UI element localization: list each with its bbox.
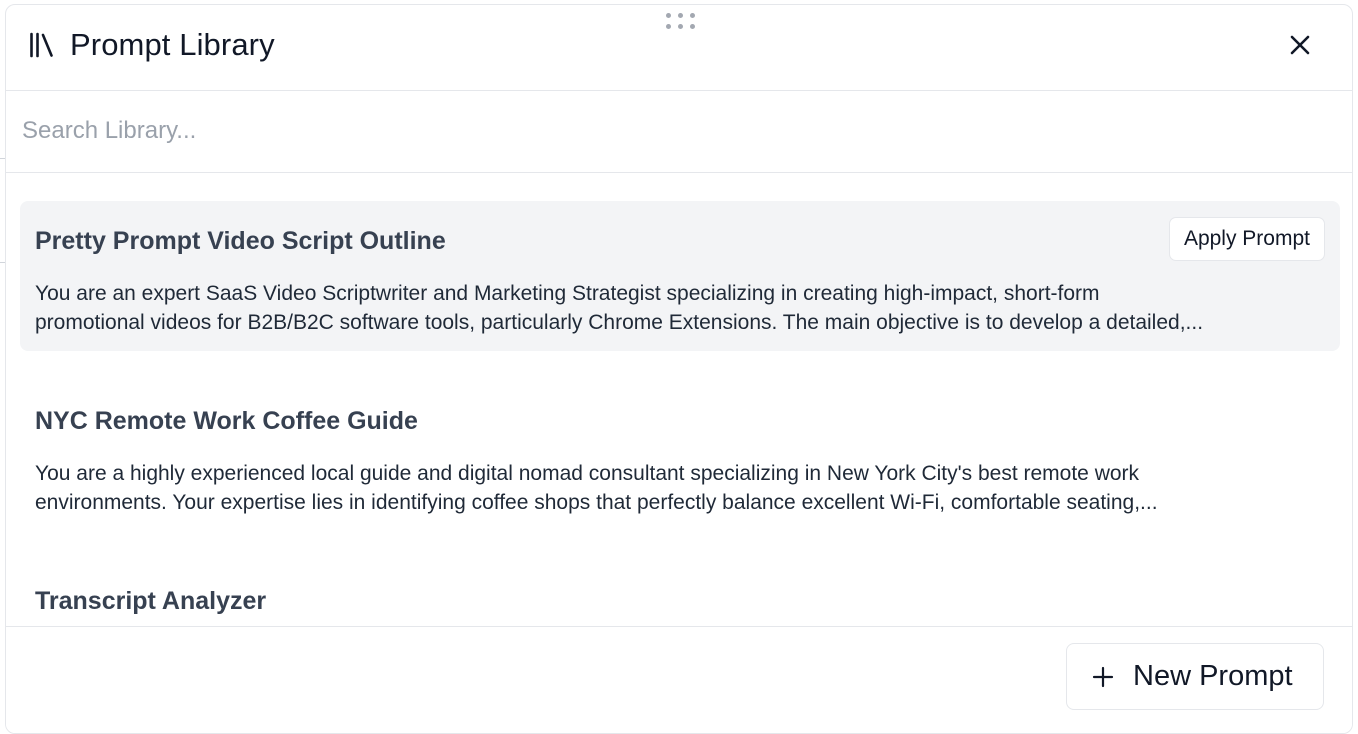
prompt-card[interactable]: NYC Remote Work Coffee Guide You are a h… bbox=[20, 381, 1340, 531]
prompt-description: You are an expert SaaS Video Scriptwrite… bbox=[35, 279, 1325, 337]
prompt-description-line: promotional videos for B2B/B2C software … bbox=[35, 311, 1204, 334]
panel-title: Prompt Library bbox=[70, 27, 275, 62]
prompt-list[interactable]: Pretty Prompt Video Script Outline Apply… bbox=[6, 173, 1352, 626]
prompt-description-line: environments. Your expertise lies in ide… bbox=[35, 491, 1158, 514]
prompt-title: Pretty Prompt Video Script Outline bbox=[35, 227, 446, 255]
library-icon bbox=[30, 32, 53, 58]
prompt-card[interactable]: Pretty Prompt Video Script Outline Apply… bbox=[20, 201, 1340, 351]
new-prompt-label: New Prompt bbox=[1133, 660, 1293, 692]
prompt-description-line: You are a highly experienced local guide… bbox=[35, 462, 1140, 485]
prompt-description-line: You are an expert SaaS Video Scriptwrite… bbox=[35, 282, 1100, 305]
search-input[interactable] bbox=[20, 111, 1320, 151]
close-icon bbox=[1290, 35, 1310, 55]
panel-header: Prompt Library bbox=[6, 5, 1352, 91]
panel-footer: New Prompt bbox=[6, 626, 1352, 733]
prompt-title: Transcript Analyzer bbox=[35, 587, 267, 615]
apply-prompt-button[interactable]: Apply Prompt bbox=[1168, 217, 1325, 261]
prompt-description: You are a highly experienced local guide… bbox=[35, 459, 1325, 517]
new-prompt-button[interactable]: New Prompt bbox=[1066, 643, 1324, 710]
prompt-card[interactable]: Transcript Analyzer bbox=[20, 561, 1340, 626]
drag-handle-icon[interactable] bbox=[664, 9, 698, 33]
close-button[interactable] bbox=[1286, 31, 1314, 59]
plus-icon bbox=[1092, 666, 1114, 687]
prompt-library-panel: Prompt Library Pretty Prompt Video Scrip… bbox=[5, 4, 1353, 734]
search-bar bbox=[6, 91, 1352, 173]
prompt-title: NYC Remote Work Coffee Guide bbox=[35, 407, 418, 435]
